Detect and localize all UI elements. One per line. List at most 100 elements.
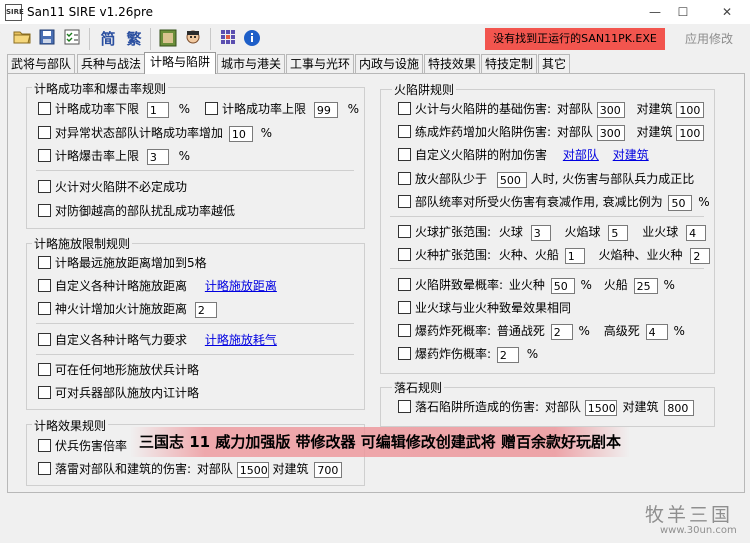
custom-fire-checkbox[interactable] bbox=[398, 148, 411, 161]
explode-death-row: 爆药炸死概率: 普通战死 2 % 高级死 4 % bbox=[398, 322, 685, 340]
shenhuo-input[interactable]: 2 bbox=[194, 301, 217, 318]
decay-checkbox[interactable] bbox=[398, 195, 411, 208]
defense-checkbox[interactable] bbox=[38, 204, 51, 217]
crit-checkbox[interactable] bbox=[38, 149, 51, 162]
thunder-building-input[interactable]: 700 bbox=[314, 461, 343, 478]
base-building-label: 对建筑 bbox=[636, 102, 673, 116]
weapon-checkbox[interactable] bbox=[38, 386, 51, 399]
thunder-checkbox[interactable] bbox=[38, 462, 51, 475]
tab-cities-ports[interactable]: 城市与港关 bbox=[217, 54, 285, 73]
ignite-row: 火陷阱致晕概率: 业火种 50 % 火船 25 % bbox=[398, 276, 675, 294]
maximize-button[interactable]: ☐ bbox=[668, 2, 698, 22]
flameball-input[interactable]: 5 bbox=[608, 224, 629, 241]
info-icon[interactable] bbox=[242, 29, 262, 49]
tab-works-auras[interactable]: 工事与光环 bbox=[286, 54, 354, 73]
explosive-building-input[interactable]: 100 bbox=[676, 124, 705, 141]
officer-icon[interactable] bbox=[158, 29, 178, 49]
rockfall-building-input[interactable]: 800 bbox=[664, 399, 695, 416]
ignite-input2[interactable]: 25 bbox=[633, 277, 658, 294]
character-portrait-icon[interactable] bbox=[183, 29, 203, 49]
max-rate-input[interactable]: 99 bbox=[313, 101, 338, 118]
decay-label: 部队统率对所受火伤害有衰减作用, 衰减比例为 bbox=[415, 195, 663, 209]
base-unit-input[interactable]: 300 bbox=[596, 101, 625, 118]
strategy-effect-title: 计略效果规则 bbox=[32, 417, 109, 434]
fire-row: 火计对火陷阱不必定成功 bbox=[38, 178, 187, 196]
custom-distance-checkbox[interactable] bbox=[38, 279, 51, 292]
decay-input[interactable]: 50 bbox=[668, 194, 693, 211]
same-effect-checkbox[interactable] bbox=[398, 301, 411, 314]
base-unit-label: 对部队 bbox=[556, 102, 593, 116]
ignite-checkbox[interactable] bbox=[398, 278, 411, 291]
simplified-chinese-button[interactable]: 简 bbox=[98, 29, 118, 49]
tab-strategy-traps[interactable]: 计略与陷阱 bbox=[144, 52, 216, 74]
max-distance-checkbox[interactable] bbox=[38, 256, 51, 269]
save-icon[interactable] bbox=[37, 29, 57, 49]
same-effect-row: 业火球与业火种致晕效果相同 bbox=[398, 299, 571, 317]
crit-input[interactable]: 3 bbox=[146, 148, 169, 165]
app-logo: SIRE bbox=[5, 4, 24, 21]
ambush-damage-checkbox[interactable] bbox=[38, 439, 51, 452]
explosive-unit-input[interactable]: 300 bbox=[596, 124, 625, 141]
max-rate-label: 计略成功率上限 bbox=[222, 102, 307, 116]
few-troops-checkbox[interactable] bbox=[398, 172, 411, 185]
base-building-input[interactable]: 100 bbox=[676, 101, 705, 118]
apply-changes-button[interactable]: 应用修改 bbox=[676, 28, 742, 50]
divider bbox=[390, 268, 704, 269]
tab-domestic-facilities[interactable]: 内政与设施 bbox=[355, 54, 423, 73]
divider bbox=[36, 170, 354, 171]
high-death-input[interactable]: 4 bbox=[645, 323, 668, 340]
ambush-damage-row: 伏兵伤害倍率 bbox=[38, 437, 127, 455]
flameball-name: 火焰球 bbox=[564, 225, 601, 239]
abnormal-row: 对异常状态部队计略成功率增加 10 % bbox=[38, 124, 272, 142]
fire-checkbox[interactable] bbox=[38, 180, 51, 193]
settings-grid-icon[interactable] bbox=[218, 29, 238, 49]
open-folder-icon[interactable] bbox=[12, 29, 32, 49]
explode-injury-input[interactable]: 2 bbox=[496, 346, 519, 363]
rockfall-unit-input[interactable]: 1500 bbox=[584, 399, 617, 416]
shenhuo-row: 神火计增加火计施放距离 2 bbox=[38, 300, 217, 318]
tab-officers-units[interactable]: 武将与部队 bbox=[7, 54, 75, 73]
ambush-checkbox[interactable] bbox=[38, 363, 51, 376]
tab-skill-effects[interactable]: 特技效果 bbox=[424, 54, 480, 73]
custom-energy-checkbox[interactable] bbox=[38, 333, 51, 346]
firetype-input1[interactable]: 1 bbox=[564, 247, 585, 264]
crit-unit: % bbox=[178, 149, 191, 163]
hellball-input[interactable]: 4 bbox=[686, 224, 707, 241]
thunder-unit-label: 对部队 bbox=[196, 462, 233, 476]
close-button[interactable]: ✕ bbox=[712, 2, 742, 22]
traditional-chinese-button[interactable]: 繁 bbox=[124, 29, 144, 49]
normal-death-label: 普通战死 bbox=[496, 324, 545, 338]
shenhuo-checkbox[interactable] bbox=[38, 302, 51, 315]
tab-other[interactable]: 其它 bbox=[538, 54, 570, 73]
abnormal-checkbox[interactable] bbox=[38, 126, 51, 139]
normal-death-input[interactable]: 2 bbox=[550, 323, 573, 340]
minimize-button[interactable]: — bbox=[640, 2, 670, 22]
max-rate-checkbox[interactable] bbox=[205, 102, 218, 115]
fireball-checkbox[interactable] bbox=[398, 225, 411, 238]
min-rate-checkbox[interactable] bbox=[38, 102, 51, 115]
min-rate-input[interactable]: 1 bbox=[146, 101, 169, 118]
tab-skill-custom[interactable]: 特技定制 bbox=[481, 54, 537, 73]
process-status-alert: 没有找到正运行的SAN11PK.EXE bbox=[485, 28, 665, 50]
few-troops-input[interactable]: 500 bbox=[496, 171, 527, 188]
explode-injury-checkbox[interactable] bbox=[398, 347, 411, 360]
firetype-input2[interactable]: 2 bbox=[690, 247, 711, 264]
base-damage-checkbox[interactable] bbox=[398, 102, 411, 115]
checklist-icon[interactable] bbox=[62, 29, 82, 49]
ignite-input1[interactable]: 50 bbox=[550, 277, 575, 294]
explode-death-checkbox[interactable] bbox=[398, 324, 411, 337]
custom-distance-link[interactable]: 计略施放距离 bbox=[205, 279, 277, 293]
tab-troops-tactics[interactable]: 兵种与战法 bbox=[77, 54, 145, 73]
fireball-input[interactable]: 3 bbox=[530, 224, 551, 241]
custom-energy-link[interactable]: 计略施放耗气 bbox=[205, 333, 277, 347]
custom-fire-unit-link[interactable]: 对部队 bbox=[563, 148, 599, 162]
abnormal-input[interactable]: 10 bbox=[228, 125, 253, 142]
rockfall-checkbox[interactable] bbox=[398, 400, 411, 413]
firetype-checkbox[interactable] bbox=[398, 248, 411, 261]
explosive-checkbox[interactable] bbox=[398, 125, 411, 138]
weapon-row: 可对兵器部队施放内讧计略 bbox=[38, 384, 199, 402]
fire-trap-title: 火陷阱规则 bbox=[392, 81, 457, 98]
custom-fire-building-link[interactable]: 对建筑 bbox=[613, 148, 649, 162]
normal-death-unit: % bbox=[578, 324, 590, 338]
thunder-unit-input[interactable]: 1500 bbox=[236, 461, 269, 478]
